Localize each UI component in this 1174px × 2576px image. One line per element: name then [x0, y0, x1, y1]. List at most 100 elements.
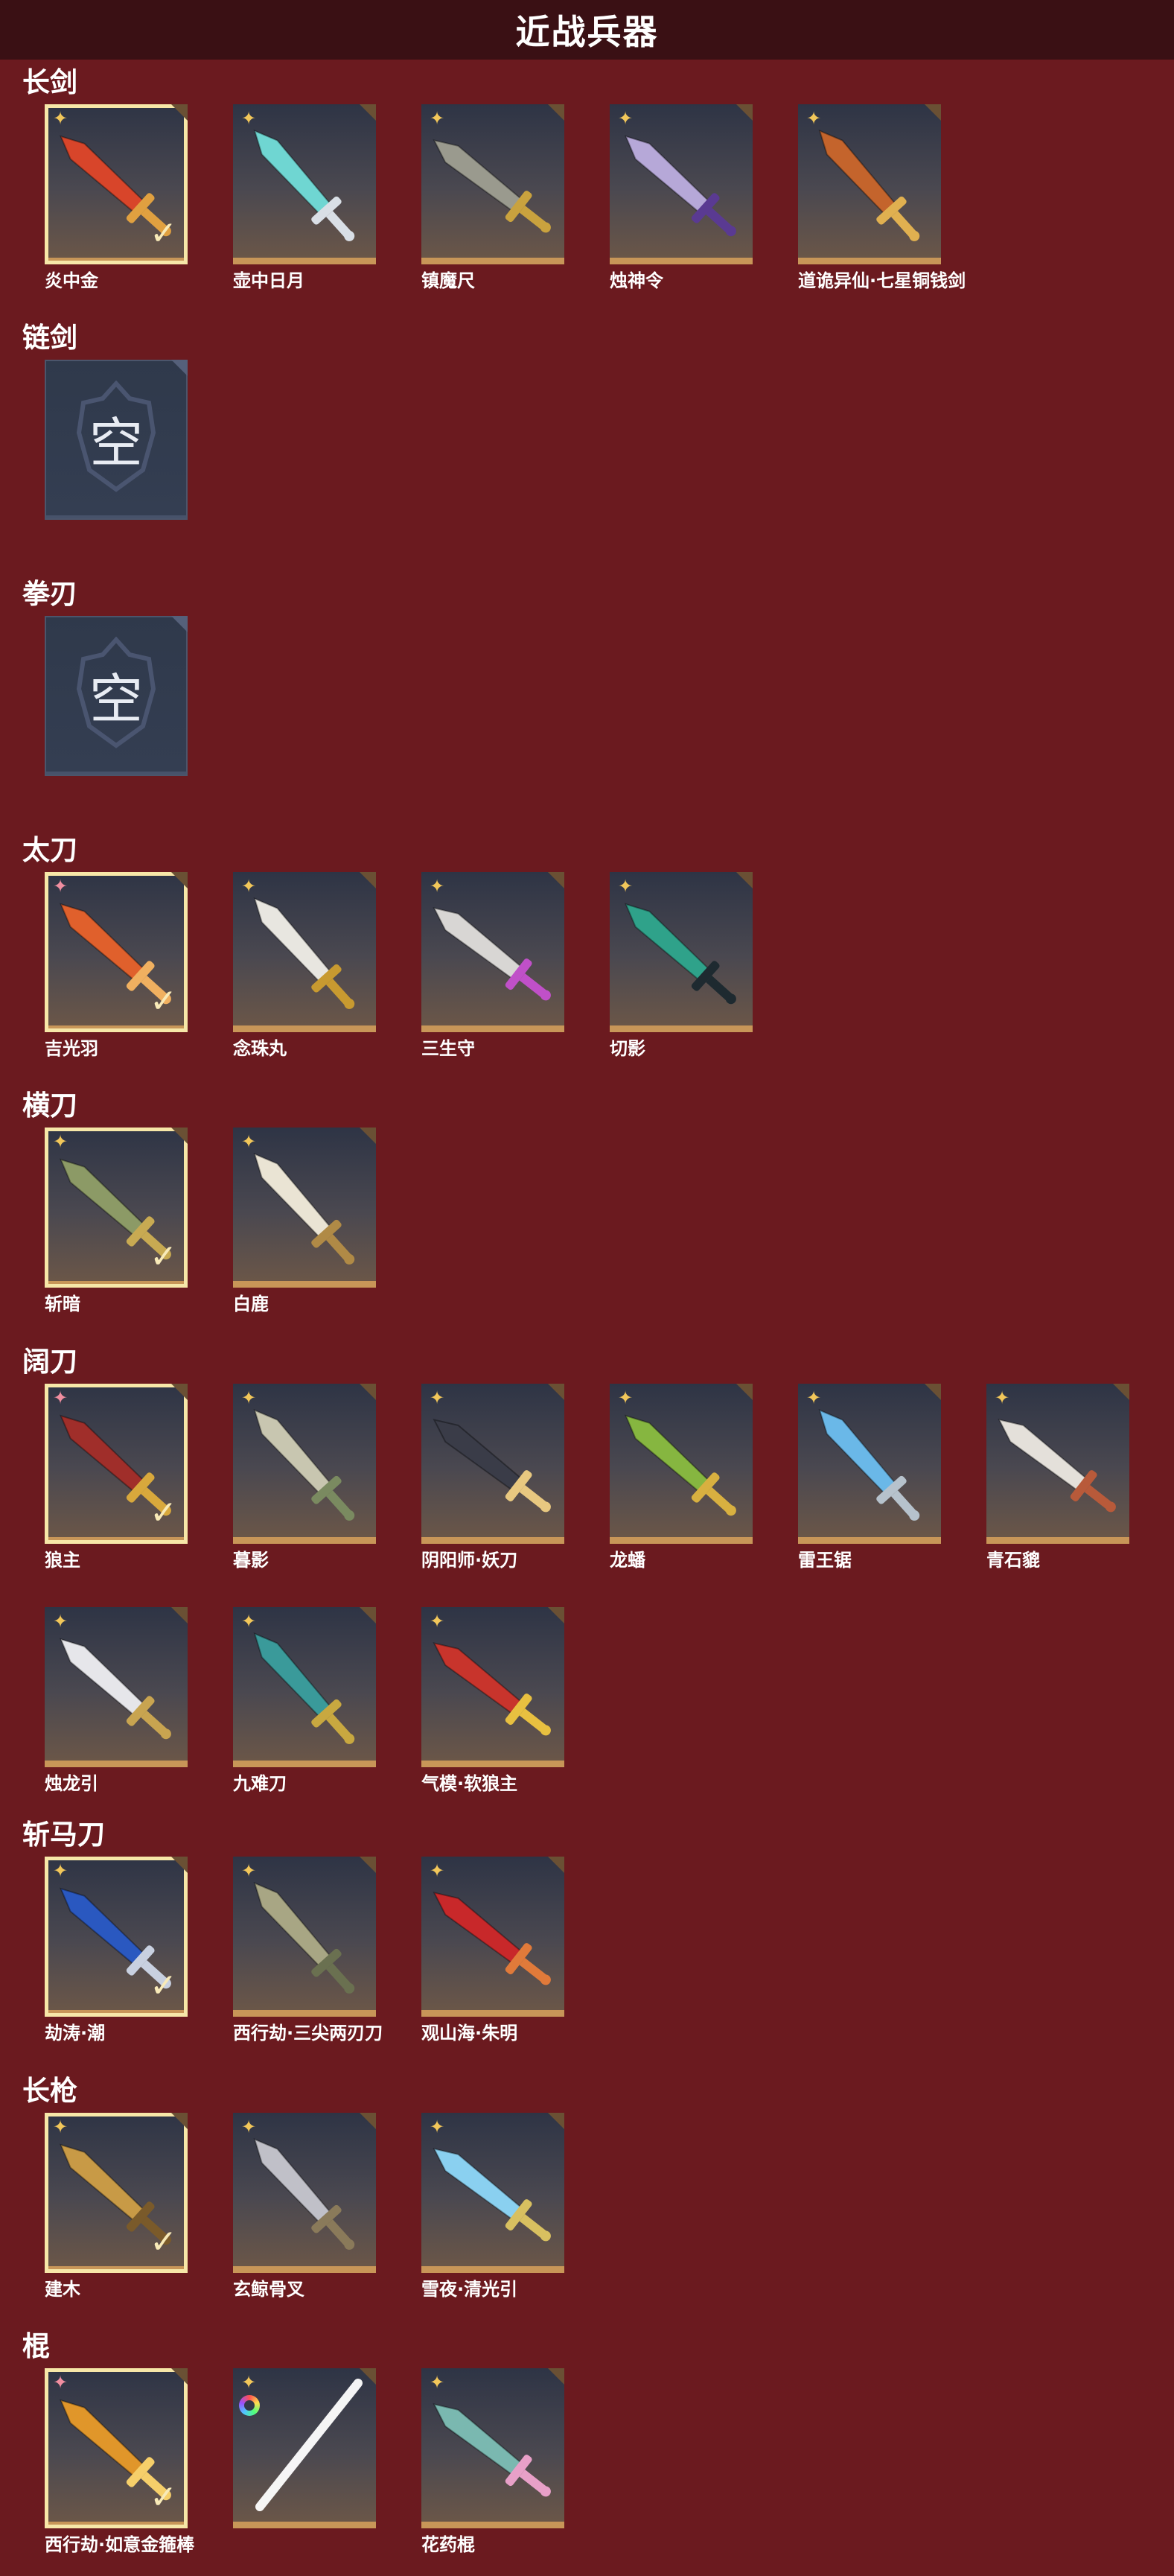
weapon-card[interactable]: ✦ 雷王锯 — [798, 1384, 941, 1571]
page-title: 近战兵器 — [0, 0, 1174, 60]
weapon-card[interactable]: ✦ 花药棍 — [421, 2368, 564, 2555]
checkmark-icon: ✓ — [150, 2223, 177, 2261]
weapon-card[interactable]: ✦ ✓ 西行劫·如意金箍棒 — [45, 2368, 194, 2555]
weapon-tile[interactable]: ✦ — [233, 2113, 376, 2273]
weapon-card[interactable]: ✦ 气模·软狼主 — [421, 1607, 564, 1794]
weapon-card[interactable]: ✦ 镇魔尺 — [421, 104, 564, 291]
weapon-card[interactable]: ✦ 烛龙引 — [45, 1607, 188, 1794]
weapon-name: 道诡异仙·七星铜钱剑 — [798, 270, 966, 291]
gold-star-icon: ✦ — [805, 1387, 822, 1408]
weapon-tile[interactable]: ✦ ✓ — [45, 2113, 188, 2273]
weapon-card[interactable]: ✦ 西行劫·三尖两刃刀 — [233, 1857, 383, 2044]
gold-star-icon: ✦ — [52, 108, 68, 129]
weapon-card[interactable]: ✦ 阴阳师·妖刀 — [421, 1384, 564, 1571]
empty-slot-label: 空 — [89, 667, 143, 731]
weapon-name: 三生守 — [421, 1038, 475, 1059]
weapon-tile[interactable]: ✦ — [610, 1384, 753, 1544]
weapon-tile[interactable]: ✦ — [421, 1607, 564, 1767]
weapon-tile[interactable]: ✦ — [421, 2113, 564, 2273]
gold-star-icon: ✦ — [240, 2117, 257, 2137]
weapon-card[interactable]: ✦ 暮影 — [233, 1384, 376, 1571]
gold-star-icon: ✦ — [429, 108, 445, 129]
weapon-card[interactable]: ✦ ✓ 斩暗 — [45, 1128, 188, 1314]
checkmark-icon: ✓ — [150, 1238, 177, 1276]
empty-weapon-slot[interactable]: 空 — [45, 616, 188, 776]
empty-slot-tile[interactable]: 空 — [45, 616, 188, 776]
gold-star-icon: ✦ — [240, 2372, 257, 2393]
weapon-card[interactable]: ✦ 龙蟠 — [610, 1384, 753, 1571]
weapon-card[interactable]: ✦ ✓ 吉光羽 — [45, 872, 188, 1059]
weapon-card[interactable]: ✦ — [233, 2368, 376, 2528]
weapon-card[interactable]: ✦ 青石貔 — [986, 1384, 1129, 1571]
weapon-card[interactable]: ✦ 切影 — [610, 872, 753, 1059]
weapon-name: 气模·软狼主 — [421, 1773, 518, 1794]
weapon-tile[interactable]: ✦ — [233, 872, 376, 1032]
weapon-tile[interactable]: ✦ — [610, 104, 753, 264]
weapon-card[interactable]: ✦ 玄鲸骨叉 — [233, 2113, 376, 2300]
gold-star-icon: ✦ — [429, 1611, 445, 1632]
empty-weapon-slot[interactable]: 空 — [45, 360, 188, 520]
weapon-card[interactable]: ✦ 壶中日月 — [233, 104, 376, 291]
gold-star-icon: ✦ — [429, 876, 445, 897]
weapon-tile[interactable]: ✦ — [798, 1384, 941, 1544]
pink-star-icon: ✦ — [52, 2372, 68, 2393]
gold-star-icon: ✦ — [240, 1131, 257, 1152]
weapon-tile[interactable]: ✦ — [233, 2368, 376, 2528]
weapon-tile[interactable]: ✦ — [610, 872, 753, 1032]
gold-star-icon: ✦ — [240, 108, 257, 129]
weapon-tile[interactable]: ✦ ✓ — [45, 872, 188, 1032]
weapon-tile[interactable]: ✦ — [421, 872, 564, 1032]
gold-star-icon: ✦ — [994, 1387, 1010, 1408]
weapon-card[interactable]: ✦ ✓ 炎中金 — [45, 104, 188, 291]
weapon-name: 西行劫·如意金箍棒 — [45, 2534, 195, 2555]
rainbow-ring-icon — [239, 2395, 260, 2416]
weapon-card[interactable]: ✦ 白鹿 — [233, 1128, 376, 1314]
category-title: 链剑 — [22, 322, 77, 354]
weapon-tile[interactable]: ✦ — [233, 1857, 376, 2017]
weapon-tile[interactable]: ✦ ✓ — [45, 1128, 188, 1288]
weapon-card[interactable]: ✦ 道诡异仙·七星铜钱剑 — [798, 104, 966, 291]
weapon-name: 龙蟠 — [610, 1550, 645, 1571]
checkmark-icon: ✓ — [150, 1494, 177, 1532]
category-title: 斩马刀 — [22, 1819, 105, 1851]
weapon-card[interactable]: ✦ ✓ 狼主 — [45, 1384, 188, 1571]
weapon-tile[interactable]: ✦ — [421, 2368, 564, 2528]
weapon-name: 雪夜·清光引 — [421, 2279, 518, 2300]
weapon-name: 吉光羽 — [45, 1038, 98, 1059]
weapon-tile[interactable]: ✦ ✓ — [45, 1384, 188, 1544]
weapon-card[interactable]: ✦ 念珠丸 — [233, 872, 376, 1059]
gold-star-icon: ✦ — [240, 1860, 257, 1881]
weapon-tile[interactable]: ✦ ✓ — [45, 104, 188, 264]
weapon-tile[interactable]: ✦ — [421, 1384, 564, 1544]
weapon-tile[interactable]: ✦ — [233, 1384, 376, 1544]
weapon-name: 观山海·朱明 — [421, 2023, 518, 2044]
empty-slot-tile[interactable]: 空 — [45, 360, 188, 520]
weapon-tile[interactable]: ✦ — [421, 104, 564, 264]
weapon-tile[interactable]: ✦ — [798, 104, 941, 264]
weapon-tile[interactable]: ✦ — [986, 1384, 1129, 1544]
weapon-card[interactable]: ✦ 烛神令 — [610, 104, 753, 291]
weapon-tile[interactable]: ✦ ✓ — [45, 2368, 188, 2528]
weapon-card[interactable]: ✦ 九难刀 — [233, 1607, 376, 1794]
weapon-tile[interactable]: ✦ — [421, 1857, 564, 2017]
weapon-card[interactable]: ✦ ✓ 劫涛·潮 — [45, 1857, 188, 2044]
gold-star-icon: ✦ — [240, 876, 257, 897]
weapon-card[interactable]: ✦ 观山海·朱明 — [421, 1857, 564, 2044]
category-title: 拳刃 — [22, 578, 77, 610]
gold-star-icon: ✦ — [240, 1611, 257, 1632]
weapon-tile[interactable]: ✦ — [233, 104, 376, 264]
weapon-card[interactable]: ✦ 雪夜·清光引 — [421, 2113, 564, 2300]
pink-star-icon: ✦ — [52, 1387, 68, 1408]
weapon-tile[interactable]: ✦ — [45, 1607, 188, 1767]
category-title: 阔刀 — [22, 1346, 77, 1378]
weapon-tile[interactable]: ✦ ✓ — [45, 1857, 188, 2017]
category-title: 太刀 — [22, 834, 77, 866]
weapon-name: 斩暗 — [45, 1294, 80, 1314]
weapon-name: 烛龙引 — [45, 1773, 98, 1794]
weapon-tile[interactable]: ✦ — [233, 1128, 376, 1288]
weapon-card[interactable]: ✦ ✓ 建木 — [45, 2113, 188, 2300]
checkmark-icon: ✓ — [150, 214, 177, 252]
weapon-tile[interactable]: ✦ — [233, 1607, 376, 1767]
weapon-card[interactable]: ✦ 三生守 — [421, 872, 564, 1059]
gold-star-icon: ✦ — [52, 1131, 68, 1152]
